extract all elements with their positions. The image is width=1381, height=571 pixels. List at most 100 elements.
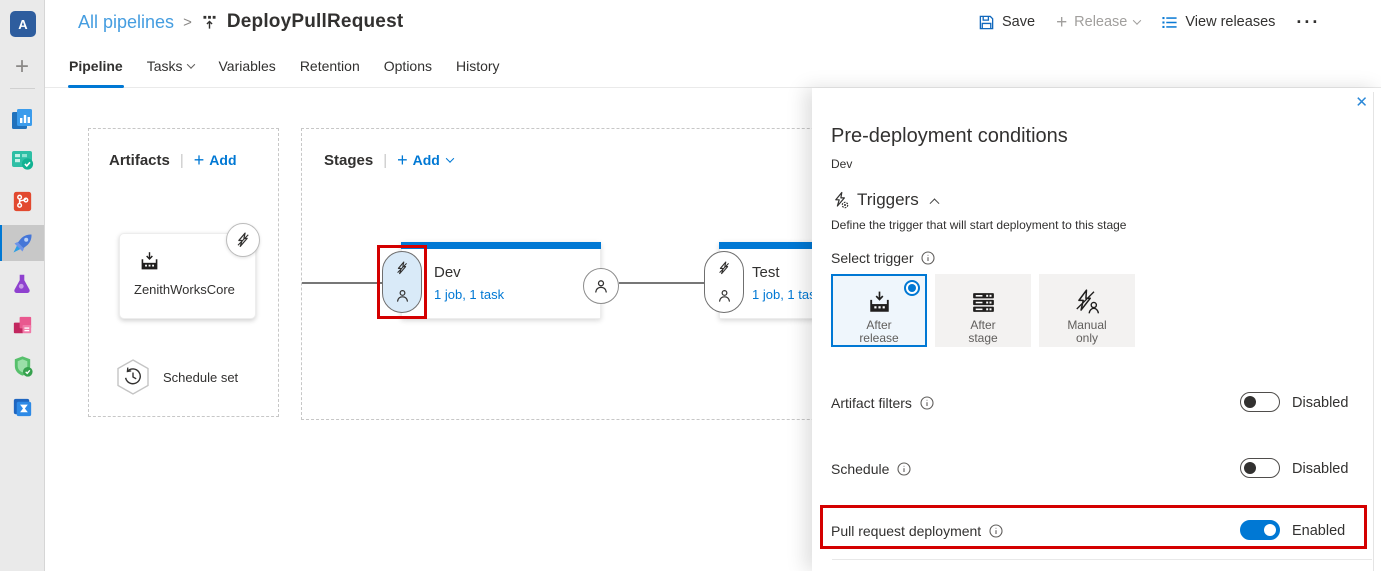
option-label-line2: only [1075,331,1098,345]
pull-request-deployment-state: Enabled [1292,523,1346,539]
boards-icon [9,147,35,173]
artifact-filters-toggle[interactable] [1240,392,1280,412]
tab-retention[interactable]: Retention [299,44,361,88]
tab-label: Variables [218,57,276,74]
info-icon[interactable] [921,251,936,265]
toggle-knob [1244,396,1256,408]
overview-icon [9,106,35,132]
stage-card-dev[interactable]: Dev 1 job, 1 task [401,242,601,319]
artifact-name: ZenithWorksCore [134,282,235,297]
schedule-set-label: Schedule set [163,369,239,385]
add-artifact-button[interactable]: + Add [194,151,237,169]
project-avatar[interactable]: A [10,11,36,37]
trigger-option-manual-only[interactable]: Manual only [1039,274,1135,347]
panel-scrollbar[interactable] [1373,92,1374,571]
option-label-line2: stage [968,331,998,345]
release-definition-icon [201,14,218,31]
toggle-knob [1264,524,1276,536]
sidebar-item-pipelines[interactable] [0,225,44,261]
pre-deployment-conditions-button-test[interactable] [704,251,744,313]
schedule-toggle[interactable] [1240,458,1280,478]
save-icon [978,14,995,31]
pipelines-icon [10,230,36,256]
manual-only-icon [1073,283,1101,316]
separator: | [179,151,184,169]
trigger-option-after-release[interactable]: After release [831,274,927,347]
add-project-item-icon[interactable]: + [0,53,44,80]
breadcrumb-all-pipelines-link[interactable]: All pipelines [78,12,174,33]
panel-title: Pre-deployment conditions [831,125,1068,147]
tab-options[interactable]: Options [383,44,433,88]
chevron-down-icon [1133,16,1142,25]
save-button[interactable]: Save [978,14,1035,31]
option-label-line2: release [859,331,899,345]
triggers-section-header[interactable]: Triggers [831,190,940,210]
add-stage-button[interactable]: + Add [397,151,455,169]
schedule-set-button[interactable]: Schedule set [115,358,238,396]
after-stage-icon [970,283,997,316]
option-label-line1: Manual [1067,318,1107,332]
stages-title: Stages [324,151,374,169]
artifacts-title: Artifacts [109,151,170,169]
continuous-deployment-trigger-badge[interactable] [226,223,260,257]
page-header: All pipelines > DeployPullRequest Save +… [45,0,1381,44]
sidebar-item-security[interactable] [0,348,44,384]
artifact-filters-label: Artifact filters [831,395,912,411]
sidebar-item-overview[interactable] [0,101,44,137]
tab-label: Options [383,57,432,74]
close-icon[interactable]: ✕ [1355,95,1368,110]
artifacts-section: Artifacts | + Add ZenithWorksCore Schedul… [88,128,279,417]
person-icon [717,288,732,303]
sidebar-item-boards[interactable] [0,142,44,178]
trigger-option-after-stage[interactable]: After stage [935,274,1031,347]
sidebar-divider [10,88,35,89]
stage-jobs-link[interactable]: 1 job, 1 task [434,287,504,302]
post-deployment-conditions-button-dev[interactable] [583,268,619,304]
release-button[interactable]: + Release [1056,11,1142,33]
shield-check-icon [10,354,35,379]
pre-deployment-conditions-button-dev[interactable] [382,251,422,313]
radio-selected-icon[interactable] [904,280,920,296]
lightning-icon [235,232,251,248]
trigger-lightning-gear-icon [831,191,849,209]
info-icon[interactable] [897,462,911,476]
sidebar-item-repos[interactable] [0,183,44,219]
tab-tasks[interactable]: Tasks [146,44,196,88]
info-icon[interactable] [920,396,934,410]
pre-deployment-conditions-panel: ✕ Pre-deployment conditions Dev Triggers… [812,88,1381,571]
tab-label: Pipeline [69,57,123,74]
toggle-knob [1244,462,1256,474]
lightning-icon [395,261,409,275]
view-releases-button[interactable]: View releases [1161,14,1275,31]
tab-pipeline[interactable]: Pipeline [68,44,124,88]
add-label: Add [209,152,237,168]
sidebar-item-test-plans[interactable] [0,266,44,302]
pull-request-deployment-toggle[interactable] [1240,520,1280,540]
schedule-label: Schedule [831,461,890,477]
chevron-down-icon [445,154,455,163]
pull-request-deployment-label: Pull request deployment [831,523,982,539]
connector-line [619,282,705,284]
schedule-row: Schedule Disabled [831,458,1365,480]
stage-name: Test [752,264,780,281]
tab-history[interactable]: History [455,44,501,88]
sidebar-item-artifacts[interactable] [0,307,44,343]
add-label: Add [412,152,440,168]
save-label: Save [1002,14,1036,30]
plus-icon: + [1056,11,1068,33]
schedule-clock-icon [115,358,151,396]
release-label: Release [1074,14,1128,30]
option-label-line1: After [970,318,996,332]
repos-icon [10,189,35,214]
pull-request-deployment-row: Pull request deployment Enabled [831,520,1365,542]
stage-name: Dev [434,264,461,281]
select-trigger-label: Select trigger [831,250,914,266]
tab-variables[interactable]: Variables [217,44,276,88]
breadcrumb-separator: > [183,13,192,31]
more-actions-button[interactable]: ··· [1296,12,1320,33]
separator: | [383,151,388,169]
sidebar-item-queries[interactable] [0,389,44,425]
triggers-description: Define the trigger that will start deplo… [831,218,1127,232]
info-icon[interactable] [989,524,1003,538]
chevron-down-icon [187,59,196,69]
